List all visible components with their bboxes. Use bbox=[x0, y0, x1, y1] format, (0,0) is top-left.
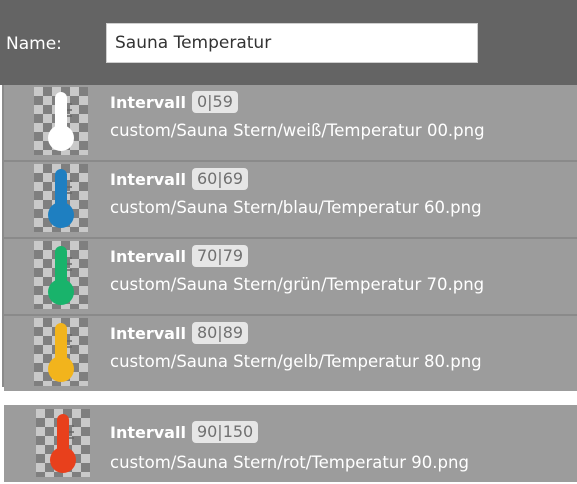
interval-row[interactable]: Intervall 90|150 custom/Sauna Stern/rot/… bbox=[4, 405, 577, 482]
thermometer-icon bbox=[34, 164, 88, 232]
thermometer-icon bbox=[36, 409, 90, 477]
image-path: custom/Sauna Stern/rot/Temperatur 90.png bbox=[110, 453, 469, 472]
thermometer-icon bbox=[34, 87, 88, 155]
interval-row[interactable]: Intervall 80|89 custom/Sauna Stern/gelb/… bbox=[4, 316, 577, 391]
interval-row[interactable]: Intervall 0|59 custom/Sauna Stern/weiß/T… bbox=[4, 85, 577, 160]
thermometer-icon bbox=[34, 241, 88, 309]
interval-title: Intervall bbox=[110, 246, 186, 266]
image-path: custom/Sauna Stern/blau/Temperatur 60.pn… bbox=[110, 198, 482, 217]
interval-range-badge: 90|150 bbox=[191, 421, 259, 443]
interval-row[interactable]: Intervall 60|69 custom/Sauna Stern/blau/… bbox=[4, 162, 577, 237]
interval-range-badge: 0|59 bbox=[191, 91, 238, 113]
interval-row[interactable]: Intervall 70|79 custom/Sauna Stern/grün/… bbox=[4, 239, 577, 314]
interval-list: Intervall 0|59 custom/Sauna Stern/weiß/T… bbox=[2, 85, 577, 391]
interval-title: Intervall bbox=[110, 92, 186, 112]
image-path: custom/Sauna Stern/weiß/Temperatur 00.pn… bbox=[110, 121, 485, 140]
interval-editor: Name: Intervall 0|59 custom/Sauna Stern/… bbox=[0, 0, 577, 484]
interval-range-badge: 70|79 bbox=[191, 245, 249, 267]
image-path: custom/Sauna Stern/grün/Temperatur 70.pn… bbox=[110, 275, 485, 294]
thermometer-icon bbox=[34, 318, 88, 386]
interval-title: Intervall bbox=[110, 422, 186, 442]
interval-title: Intervall bbox=[110, 169, 186, 189]
interval-range-badge: 80|89 bbox=[191, 322, 249, 344]
name-label: Name: bbox=[6, 34, 62, 54]
interval-title: Intervall bbox=[110, 323, 186, 343]
image-path: custom/Sauna Stern/gelb/Temperatur 80.pn… bbox=[110, 352, 482, 371]
name-header: Name: bbox=[0, 0, 577, 85]
name-input[interactable] bbox=[106, 23, 478, 63]
interval-range-badge: 60|69 bbox=[191, 168, 249, 190]
